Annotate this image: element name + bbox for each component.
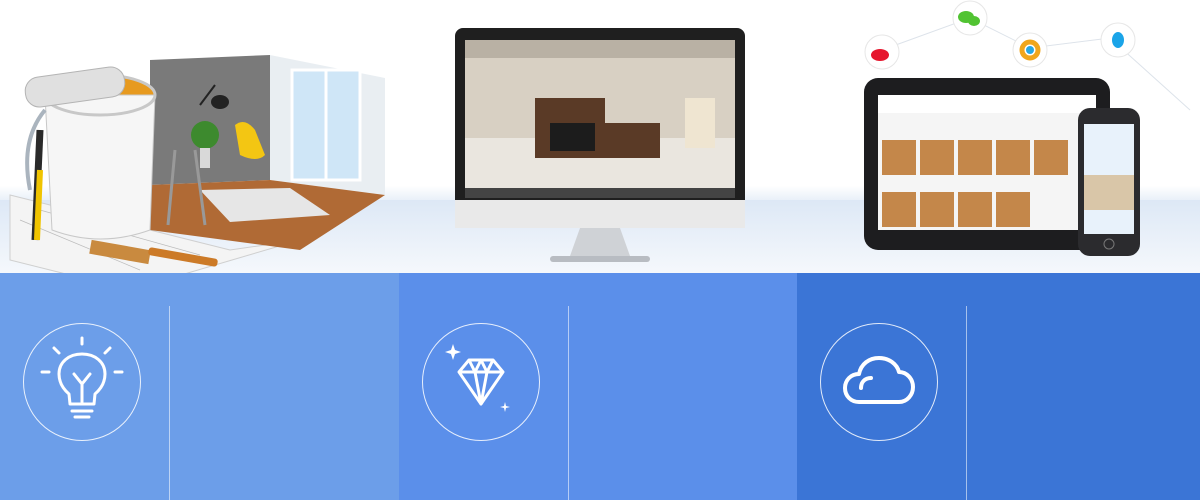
weibo-icon (864, 34, 900, 70)
qq-icon (1100, 22, 1136, 58)
feature-icon-circle (23, 323, 141, 441)
block-divider (169, 306, 170, 500)
diamond-icon (445, 344, 510, 412)
photo-icon (1012, 32, 1048, 68)
block-divider (568, 306, 569, 500)
renovation-room-illustration (9, 55, 385, 273)
wechat-icon (952, 0, 988, 36)
feature-block-cloud (797, 273, 1200, 500)
hero-illustration-band (0, 0, 1200, 273)
feature-icon-circle (422, 323, 540, 441)
block-divider (966, 306, 967, 500)
feature-block-idea (0, 273, 399, 500)
tablet-phone-illustration (864, 0, 1191, 256)
cloud-icon (843, 356, 915, 404)
lightbulb-icon (40, 336, 124, 419)
desktop-monitor-illustration (455, 28, 745, 262)
feature-blocks (0, 273, 1200, 500)
feature-block-quality (399, 273, 797, 500)
feature-icon-circle (820, 323, 938, 441)
